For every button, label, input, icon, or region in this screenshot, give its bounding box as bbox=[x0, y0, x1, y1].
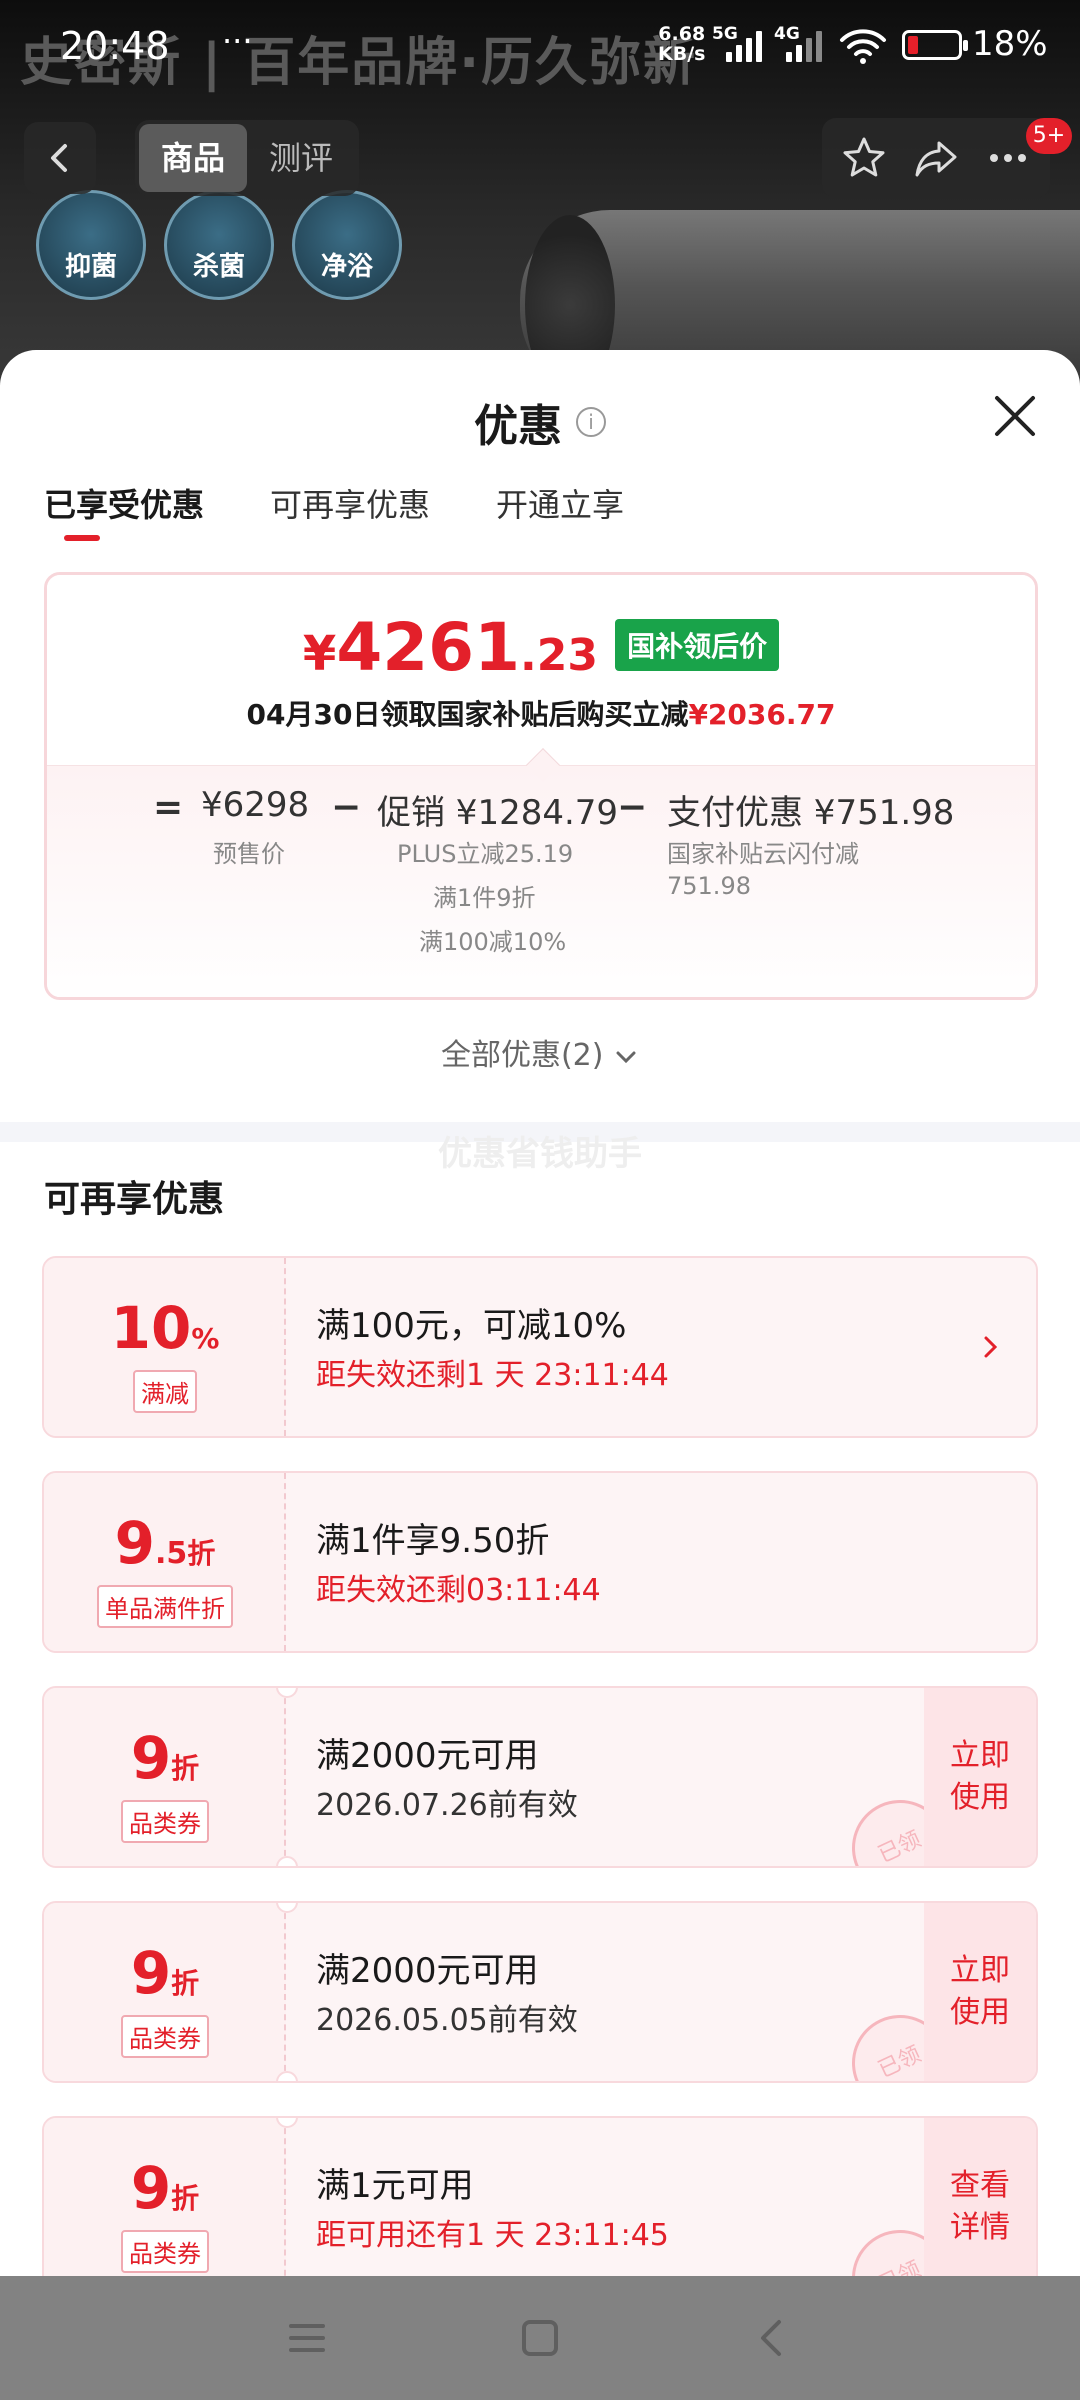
coupon-validity: 2026.07.26前有效 bbox=[316, 1788, 578, 1823]
payment-note: 国家补贴云闪付减 bbox=[667, 840, 859, 868]
coupon-countdown: 距失效还剩1 天 23:11:44 bbox=[316, 1358, 669, 1393]
share-button[interactable] bbox=[913, 135, 959, 181]
tab-more-available[interactable]: 可再享优惠 bbox=[270, 480, 430, 526]
nav-back-icon bbox=[761, 2320, 782, 2356]
section-title: 可再享优惠 bbox=[44, 1179, 225, 1220]
active-tab-indicator bbox=[64, 535, 100, 541]
feature-badge-clean-bath: 净浴 bbox=[292, 190, 402, 300]
coupon-title: 满2000元可用 bbox=[316, 1951, 539, 1991]
message-badge: 5+ bbox=[1026, 118, 1072, 154]
product-tabs: 商品 测评 bbox=[135, 120, 360, 196]
coupon-title: 满1元可用 bbox=[316, 2166, 474, 2206]
sim1-signal-icon bbox=[726, 30, 762, 62]
coupon-title: 满100元，可减10% bbox=[316, 1306, 627, 1346]
chevron-down-icon bbox=[616, 1051, 636, 1063]
coupon-countdown: 距失效还剩03:11:44 bbox=[316, 1573, 601, 1608]
system-back-button[interactable] bbox=[751, 2316, 795, 2360]
status-bar: 20:48 ··· 6.68 KB/s 5G 4G 18% bbox=[0, 0, 1080, 92]
watermark-text: 优惠省钱助手 bbox=[438, 1134, 642, 1174]
coupon-tag: 品类券 bbox=[121, 1800, 209, 1843]
all-discounts-toggle[interactable]: 全部优惠(2) bbox=[0, 1030, 1080, 1074]
coupon-validity: 2026.05.05前有效 bbox=[316, 2003, 578, 2038]
coupon-tag: 满减 bbox=[133, 1370, 197, 1413]
tab-review[interactable]: 测评 bbox=[247, 124, 355, 192]
price-summary-card: ¥4261.23 国补领后价 04月30日领取国家补贴后购买立减¥2036.77… bbox=[44, 572, 1038, 1000]
minus-sign: − bbox=[617, 787, 648, 828]
coupon-tag: 品类券 bbox=[121, 2015, 209, 2058]
payment-note: 751.98 bbox=[667, 872, 751, 900]
sim2-signal-icon bbox=[786, 30, 822, 62]
back-icon bbox=[51, 144, 67, 172]
subsidy-price-tag: 国补领后价 bbox=[615, 619, 780, 671]
sheet-title-row: 优惠 i bbox=[0, 390, 1080, 454]
back-button[interactable] bbox=[24, 122, 96, 194]
status-time: 20:48 bbox=[60, 24, 170, 68]
share-icon bbox=[915, 141, 957, 177]
view-details-button[interactable]: 查看 详情 bbox=[924, 2118, 1036, 2276]
coupon-title: 满2000元可用 bbox=[316, 1736, 539, 1776]
network-speed: 6.68 KB/s bbox=[658, 23, 706, 65]
coupon-tag: 单品满件折 bbox=[97, 1585, 233, 1628]
info-icon[interactable]: i bbox=[576, 407, 606, 437]
system-navigation-bar bbox=[0, 2276, 1080, 2400]
feature-badge-sterilize: 杀菌 bbox=[164, 190, 274, 300]
discount-sheet: 优惠 i 已享受优惠 可再享优惠 开通立享 ¥4261.23 国补领后价 04月… bbox=[0, 350, 1080, 2276]
tab-open-membership[interactable]: 开通立享 bbox=[496, 480, 624, 526]
chevron-right-icon[interactable] bbox=[976, 1330, 1006, 1364]
minus-sign: − bbox=[331, 787, 362, 828]
coupon-value: 9折 bbox=[130, 1724, 200, 1792]
coupon-tag: 品类券 bbox=[121, 2230, 209, 2273]
use-now-button[interactable]: 立即 使用 bbox=[924, 1688, 1036, 1866]
more-icon bbox=[990, 154, 1026, 162]
promo-note: PLUS立减25.19 bbox=[397, 840, 574, 868]
coupon-card: 9折 品类券 满2000元可用 2026.07.26前有效 已领 立即 使用 bbox=[42, 1686, 1038, 1868]
menu-icon bbox=[288, 2324, 325, 2352]
coupon-card[interactable]: 10% 满减 满100元，可减10% 距失效还剩1 天 23:11:44 bbox=[42, 1256, 1038, 1438]
promo-note: 满100减10% bbox=[419, 928, 567, 956]
favorite-button[interactable] bbox=[841, 135, 887, 181]
presale-label: 预售价 bbox=[213, 840, 285, 868]
coupon-value: 10% bbox=[110, 1294, 220, 1362]
home-icon bbox=[521, 2320, 558, 2356]
coupon-card: 9折 品类券 满2000元可用 2026.05.05前有效 已领 立即 使用 bbox=[42, 1901, 1038, 2083]
coupon-title: 满1件享9.50折 bbox=[316, 1521, 550, 1561]
notification-dots: ··· bbox=[222, 22, 253, 60]
battery-icon bbox=[902, 30, 968, 60]
presale-price: ¥6298 bbox=[201, 785, 310, 825]
tab-product[interactable]: 商品 bbox=[139, 124, 248, 192]
feature-badge-antibacterial: 抑菌 bbox=[36, 190, 146, 300]
subsidy-description: 04月30日领取国家补贴后购买立减¥2036.77 bbox=[246, 698, 836, 731]
home-button[interactable] bbox=[518, 2316, 562, 2360]
final-price: ¥4261.23 国补领后价 bbox=[47, 609, 1035, 686]
close-icon[interactable] bbox=[985, 386, 1045, 446]
promo-note: 满1件9折 bbox=[433, 884, 536, 912]
more-button[interactable] bbox=[985, 135, 1031, 181]
sheet-title: 优惠 bbox=[474, 401, 562, 452]
wifi-icon bbox=[840, 29, 886, 64]
recent-apps-button[interactable] bbox=[285, 2316, 329, 2360]
discount-tabs: 已享受优惠 可再享优惠 开通立享 bbox=[44, 480, 624, 526]
star-icon bbox=[843, 137, 885, 177]
coupon-card: 9折 品类券 满1元可用 距可用还有1 天 23:11:45 已领 查看 详情 bbox=[42, 2116, 1038, 2276]
coupon-countdown: 距可用还有1 天 23:11:45 bbox=[316, 2218, 669, 2253]
battery-percent: 18% bbox=[972, 24, 1048, 64]
coupon-value: 9.5折 bbox=[114, 1509, 216, 1577]
equals-sign: = bbox=[153, 787, 184, 828]
coupon-card[interactable]: 9.5折 单品满件折 满1件享9.50折 距失效还剩03:11:44 bbox=[42, 1471, 1038, 1653]
use-now-button[interactable]: 立即 使用 bbox=[924, 1903, 1036, 2081]
coupon-value: 9折 bbox=[130, 2154, 200, 2222]
coupon-value: 9折 bbox=[130, 1939, 200, 2007]
header-actions bbox=[822, 118, 1050, 198]
tab-enjoyed[interactable]: 已享受优惠 bbox=[44, 480, 204, 526]
promo-discount: 促销 ¥1284.79 bbox=[377, 793, 619, 833]
payment-discount: 支付优惠 ¥751.98 bbox=[667, 793, 955, 833]
